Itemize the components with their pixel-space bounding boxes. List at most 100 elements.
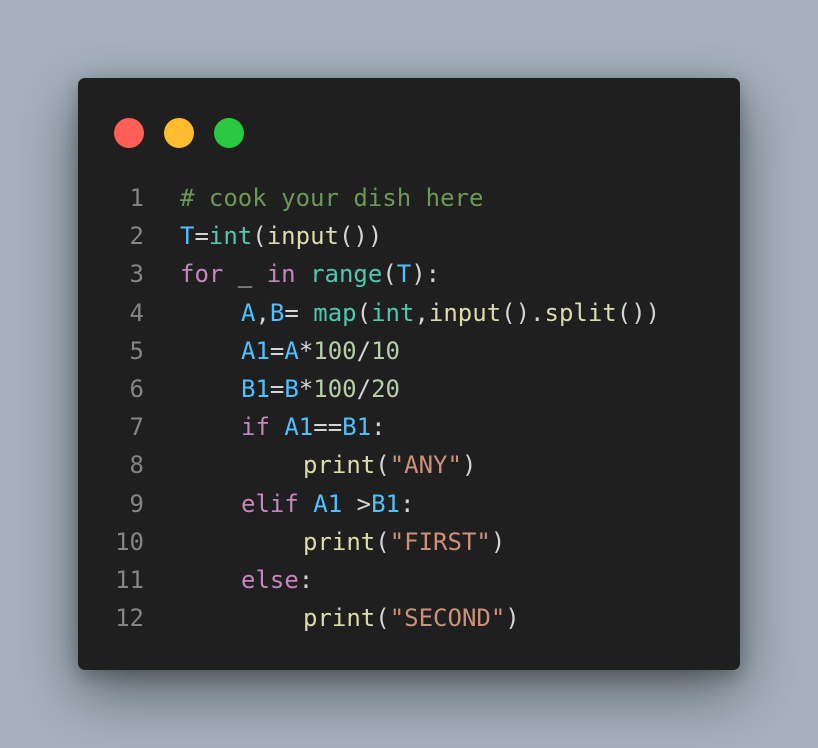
code-token-op: , <box>255 298 270 327</box>
code-text: print("SECOND") <box>180 599 520 637</box>
code-token-var: T <box>180 222 195 251</box>
code-token-var: A1 <box>313 489 343 518</box>
code-line: 5 A1=A*100/10 <box>78 332 740 370</box>
code-text: elif A1 >B1: <box>180 485 414 523</box>
line-number: 7 <box>129 413 144 442</box>
code-token-op: = <box>269 374 285 403</box>
code-token-op: ( <box>252 222 267 251</box>
minimize-dot-icon[interactable] <box>164 118 194 148</box>
code-token-op <box>270 413 284 441</box>
code-token-function: split <box>544 298 617 327</box>
code-token-op: ): <box>411 260 441 289</box>
code-line: 3 for _ in range(T): <box>78 255 740 293</box>
code-token-op: ()) <box>616 298 661 327</box>
code-token-op: = <box>194 222 209 251</box>
code-line: 11 else: <box>78 561 740 599</box>
code-token-keyword: elif <box>241 489 299 518</box>
code-block: 1 # cook your dish here 2 T=int(input()) 3 fo… <box>78 179 740 637</box>
code-line: 9 elif A1 >B1: <box>78 485 740 523</box>
code-token-function: print <box>303 451 376 480</box>
code-token-op: ) <box>505 604 520 633</box>
code-token-number: 100 <box>313 336 357 365</box>
code-token-comment: # cook your dish here <box>180 184 484 212</box>
line-number: 11 <box>115 565 144 594</box>
code-token-op: : <box>399 489 415 518</box>
code-token-op: : <box>371 413 386 442</box>
code-text: for _ in range(T): <box>180 255 440 293</box>
code-token-op: / <box>356 336 372 365</box>
code-token-var: A1 <box>241 336 270 365</box>
line-number: 5 <box>129 336 144 365</box>
code-token-var: A <box>284 336 299 365</box>
code-text: else: <box>180 561 313 599</box>
code-token-op: = <box>269 336 285 365</box>
code-token-op <box>299 490 313 518</box>
code-text: A,B= map(int,input().split()) <box>180 294 660 332</box>
code-token-var: A1 <box>284 413 314 442</box>
code-token-builtin: map <box>313 298 357 327</box>
code-token-function: input <box>428 298 502 327</box>
code-token-keyword: in <box>266 260 296 289</box>
code-token-op: / <box>356 374 372 403</box>
code-text: if A1==B1: <box>180 408 386 446</box>
line-number: 10 <box>115 527 144 556</box>
code-token-op: > <box>342 489 372 518</box>
code-token-op: ()) <box>338 222 383 251</box>
maximize-dot-icon[interactable] <box>214 118 244 148</box>
line-number: 1 <box>129 184 144 212</box>
code-line: 8 print("ANY") <box>78 446 740 484</box>
close-dot-icon[interactable] <box>114 118 144 148</box>
line-number: 6 <box>129 374 144 403</box>
code-line: 4 A,B= map(int,input().split()) <box>78 294 740 332</box>
line-number: 4 <box>129 298 144 327</box>
code-text: print("ANY") <box>180 446 476 484</box>
line-number: 9 <box>129 489 144 518</box>
line-number: 12 <box>115 604 144 633</box>
code-token-var: B1 <box>241 374 270 403</box>
code-token-op: ( <box>375 451 390 480</box>
code-line: 2 T=int(input()) <box>78 217 740 255</box>
code-line: 1 # cook your dish here <box>78 179 740 217</box>
code-token-var: T <box>396 260 412 289</box>
code-line: 7 if A1==B1: <box>78 408 740 446</box>
code-text: T=int(input()) <box>180 217 382 255</box>
line-number: 8 <box>129 451 144 480</box>
code-line: 6 B1=B*100/20 <box>78 370 740 408</box>
code-line: 12 print("SECOND") <box>78 599 740 637</box>
code-token-op: ) <box>490 527 506 556</box>
code-token-op: : <box>298 565 314 594</box>
code-token-keyword: if <box>241 413 270 442</box>
code-token-op: , <box>414 298 429 327</box>
code-text: A1=A*100/10 <box>180 332 400 370</box>
line-number: 2 <box>129 222 144 251</box>
code-text: # cook your dish here <box>180 179 483 217</box>
code-token-builtin: int <box>208 222 253 251</box>
code-token-var: A <box>241 298 256 327</box>
code-token-op <box>296 260 310 288</box>
code-window: 1 # cook your dish here 2 T=int(input()) 3 fo… <box>78 78 740 670</box>
code-token-number: 100 <box>313 374 357 403</box>
code-token-op: ( <box>382 260 397 289</box>
code-token-string: "SECOND" <box>389 604 506 633</box>
code-token-op: * <box>298 374 314 403</box>
code-token-var: B1 <box>371 489 400 518</box>
code-token-keyword: for <box>180 260 224 289</box>
code-token-op: = <box>284 298 314 327</box>
code-text: print("FIRST") <box>180 523 505 561</box>
code-token-var: B1 <box>342 413 372 442</box>
code-token-op: ( <box>375 604 390 633</box>
code-line: 10 print("FIRST") <box>78 523 740 561</box>
code-token-function: print <box>303 527 376 556</box>
line-number: 3 <box>129 260 144 289</box>
code-token-number: 20 <box>371 374 400 403</box>
code-token-string: "FIRST" <box>389 527 491 556</box>
code-text: B1=B*100/20 <box>180 370 400 408</box>
code-token-builtin: int <box>371 298 415 327</box>
code-token-op: * <box>298 336 314 365</box>
code-token-op: (). <box>501 298 545 327</box>
code-token-var: B <box>284 374 299 403</box>
code-token-op: ( <box>375 527 390 556</box>
code-token-op: ) <box>461 451 477 480</box>
code-token-op: ( <box>356 298 372 327</box>
code-token-function: input <box>266 222 339 251</box>
